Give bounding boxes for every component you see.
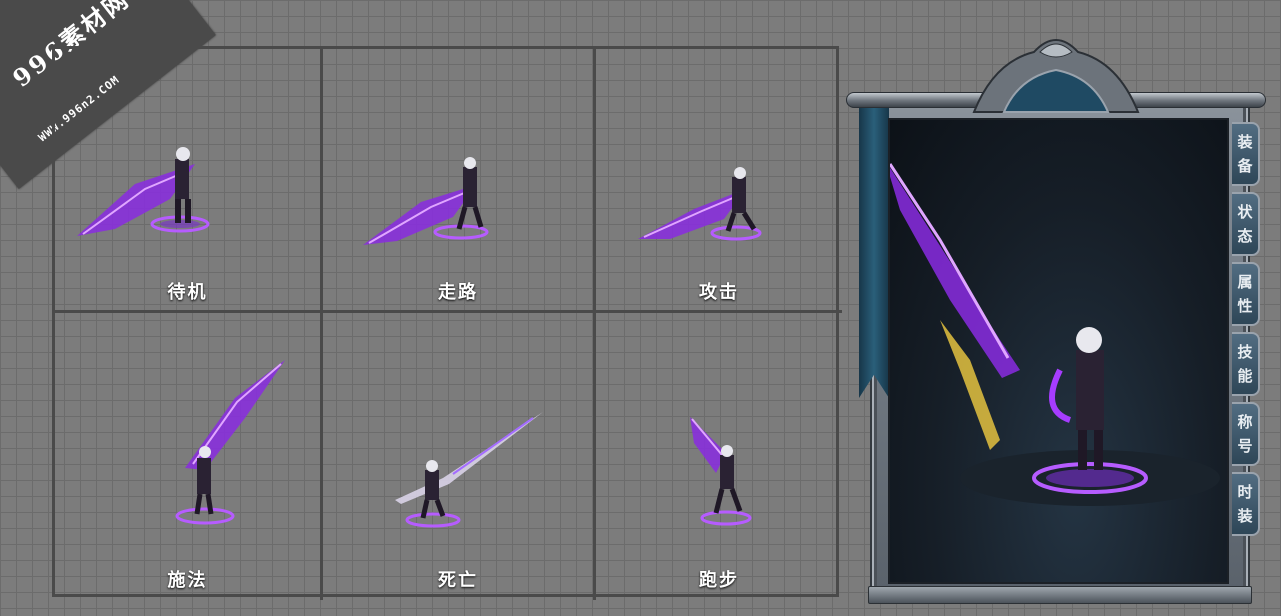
walk-sprite bbox=[363, 157, 489, 245]
tab-titles-char2: 号 bbox=[1237, 437, 1253, 455]
character-preview bbox=[888, 118, 1229, 584]
animation-label-walk: 走路 bbox=[438, 282, 478, 303]
animation-cell-walk[interactable]: 走路 bbox=[323, 49, 596, 313]
animation-cell-attack[interactable]: 攻击 bbox=[596, 49, 842, 313]
animation-grid: 待机 走路 攻击 施法 死亡 跑步 bbox=[52, 46, 842, 600]
animation-label-attack: 攻击 bbox=[699, 282, 739, 303]
animation-cell-idle[interactable]: 待机 bbox=[55, 49, 323, 313]
panel-tabs: 装 备 状 态 属 性 技 能 称 号 时 装 bbox=[1232, 122, 1262, 542]
tab-equipment-char1: 装 bbox=[1237, 133, 1253, 151]
animation-label-cast: 施法 bbox=[167, 570, 208, 591]
panel-crown-ornament bbox=[972, 39, 1140, 113]
animation-label-run: 跑步 bbox=[699, 570, 739, 591]
animation-label-death: 死亡 bbox=[438, 570, 478, 591]
panel-foot bbox=[868, 586, 1252, 604]
animation-cell-run[interactable]: 跑步 bbox=[596, 313, 842, 600]
tab-titles-char1: 称 bbox=[1237, 413, 1253, 431]
tab-attributes[interactable]: 属 性 bbox=[1232, 262, 1260, 326]
tab-attributes-char2: 性 bbox=[1237, 297, 1253, 315]
attack-sprite bbox=[638, 167, 762, 241]
tab-fashion[interactable]: 时 装 bbox=[1232, 472, 1260, 536]
tab-equipment[interactable]: 装 备 bbox=[1232, 122, 1260, 186]
tab-attributes-char1: 属 bbox=[1237, 273, 1253, 291]
animation-cell-death[interactable]: 死亡 bbox=[323, 313, 596, 600]
tab-fashion-char2: 装 bbox=[1237, 507, 1253, 525]
tab-status[interactable]: 状 态 bbox=[1232, 192, 1260, 256]
panel-banner bbox=[859, 108, 889, 398]
animation-cell-cast[interactable]: 施法 bbox=[55, 313, 323, 600]
tab-equipment-char2: 备 bbox=[1237, 157, 1253, 175]
tab-status-char1: 状 bbox=[1237, 203, 1253, 221]
animation-label-idle: 待机 bbox=[167, 282, 208, 303]
tab-skills[interactable]: 技 能 bbox=[1232, 332, 1260, 396]
run-sprite bbox=[690, 417, 752, 526]
death-sprite bbox=[395, 412, 543, 528]
tab-status-char2: 态 bbox=[1237, 227, 1253, 245]
tab-titles[interactable]: 称 号 bbox=[1232, 402, 1260, 466]
character-panel: 装 备 状 态 属 性 技 能 称 号 时 装 bbox=[846, 22, 1266, 608]
cast-sprite bbox=[175, 360, 285, 525]
tab-skills-char2: 能 bbox=[1237, 367, 1253, 385]
character-model bbox=[890, 163, 1220, 506]
idle-sprite bbox=[77, 147, 210, 236]
tab-fashion-char1: 时 bbox=[1237, 483, 1253, 501]
tab-skills-char1: 技 bbox=[1237, 343, 1253, 361]
